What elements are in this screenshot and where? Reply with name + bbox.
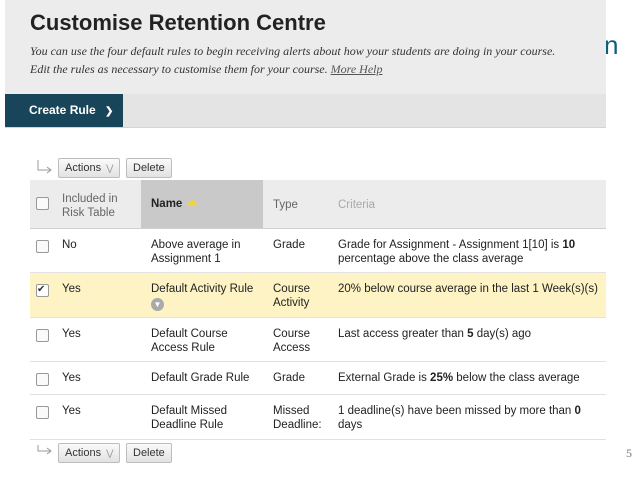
row-checkbox[interactable] [36, 373, 49, 386]
select-all-checkbox[interactable] [36, 197, 49, 210]
delete-button[interactable]: Delete [126, 158, 172, 178]
table-row: Yes Default Grade Rule Grade External Gr… [30, 362, 606, 395]
table-row: Yes Default Missed Deadline Rule Missed … [30, 395, 606, 440]
included-value: Yes [62, 372, 81, 384]
criteria-text: day(s) ago [473, 328, 532, 340]
table-row: Yes Default Course Access Rule Course Ac… [30, 318, 606, 362]
rule-name[interactable]: Default Activity Rule [151, 282, 266, 296]
slide-page-number: 5 [626, 446, 632, 460]
page-title: Customise Retention Centre [30, 10, 326, 35]
actions-bar-bottom: Actions ⋁ Delete [30, 443, 606, 464]
double-chevron-down-icon: ⋁ [106, 163, 114, 173]
header-criteria: Criteria [338, 199, 376, 211]
included-value: Yes [62, 405, 81, 417]
actions-dropdown-button[interactable]: Actions ⋁ [58, 158, 121, 178]
delete-button[interactable]: Delete [126, 443, 172, 463]
actions-bar-top: Actions ⋁ Delete [30, 158, 606, 180]
rule-criteria: Grade for Assignment - Assignment 1[10] … [338, 238, 606, 266]
rule-name[interactable]: Default Missed Deadline Rule [151, 404, 266, 432]
rule-criteria: 20% below course average in the last 1 W… [338, 282, 606, 296]
criteria-text: 20% below course average in the last [338, 283, 533, 295]
page-description: You can use the four default rules to be… [30, 42, 606, 78]
criteria-text: External Grade is [338, 372, 431, 384]
double-chevron-down-icon: ⋁ [106, 448, 114, 458]
description-line-2: Edit the rules as necessary to customise… [30, 60, 606, 78]
chevron-down-icon[interactable]: ▼ [151, 298, 164, 311]
description-line-2-text: Edit the rules as necessary to customise… [30, 62, 328, 76]
header-included[interactable]: Included in Risk Table [62, 192, 137, 220]
slide-edge-text: n [604, 30, 619, 60]
more-help-link[interactable]: More Help [331, 62, 383, 76]
criteria-text: percentage above the class average [338, 253, 524, 265]
included-value: Yes [62, 283, 81, 295]
rule-criteria: External Grade is 25% below the class av… [338, 371, 606, 385]
rule-type: Grade [273, 239, 305, 251]
description-line-1: You can use the four default rules to be… [30, 44, 556, 58]
criteria-text: days [338, 419, 363, 431]
included-value: Yes [62, 328, 81, 340]
table-row-selected: Yes Default Activity Rule ▼ Course Activ… [30, 273, 606, 318]
rule-type: Grade [273, 372, 305, 384]
criteria-value: 10 [562, 239, 576, 251]
select-arrow-icon [37, 445, 52, 455]
criteria-text: 1 deadline(s) have been missed by more t… [338, 405, 575, 417]
row-checkbox[interactable] [36, 329, 49, 342]
rule-name[interactable]: Default Grade Rule [151, 371, 266, 385]
rule-type: Missed Deadline: [273, 405, 322, 431]
spacer [5, 128, 606, 158]
criteria-text: Last access greater than [338, 328, 468, 340]
row-checkbox[interactable] [36, 240, 49, 253]
criteria-value: 25% [430, 372, 454, 384]
criteria-text: Week(s)(s) [538, 283, 598, 295]
sort-ascending-icon [186, 199, 199, 206]
page-header: Customise Retention Centre You can use t… [5, 0, 606, 94]
actions-label: Actions [65, 162, 102, 174]
rule-criteria: Last access greater than 5 day(s) ago [338, 327, 606, 341]
rule-criteria: 1 deadline(s) have been missed by more t… [338, 404, 606, 432]
actions-label: Actions [65, 447, 102, 459]
rule-type: Course Access [273, 328, 311, 354]
action-toolbar: Create Rule ❯ [5, 94, 606, 128]
criteria-text: below the class average [453, 372, 580, 384]
table-header-row: Included in Risk Table Name Type Criteri… [30, 180, 606, 229]
row-checkbox[interactable] [36, 283, 49, 297]
criteria-text: Grade for Assignment - Assignment 1[10] … [338, 239, 563, 251]
rule-name[interactable]: Default Course Access Rule [151, 327, 266, 355]
chevron-down-icon: ❯ [105, 106, 114, 117]
create-rule-button[interactable]: Create Rule ❯ [5, 94, 123, 127]
included-value: No [62, 239, 77, 251]
rule-name-cell: Default Activity Rule ▼ [151, 282, 266, 311]
criteria-value: 0 [574, 405, 581, 417]
create-rule-label: Create Rule [29, 103, 96, 117]
rule-name[interactable]: Above average in Assignment 1 [151, 238, 266, 266]
retention-centre-screenshot: Customise Retention Centre You can use t… [5, 0, 606, 464]
row-checkbox[interactable] [36, 406, 49, 419]
table-row: No Above average in Assignment 1 Grade G… [30, 229, 606, 273]
rules-table: Included in Risk Table Name Type Criteri… [30, 180, 606, 440]
header-type[interactable]: Type [273, 198, 328, 212]
header-name-label: Name [151, 198, 183, 210]
select-arrow-icon [37, 160, 52, 174]
header-name[interactable]: Name [151, 197, 266, 211]
rule-type: Course Activity [273, 283, 311, 309]
actions-dropdown-button[interactable]: Actions ⋁ [58, 443, 121, 463]
